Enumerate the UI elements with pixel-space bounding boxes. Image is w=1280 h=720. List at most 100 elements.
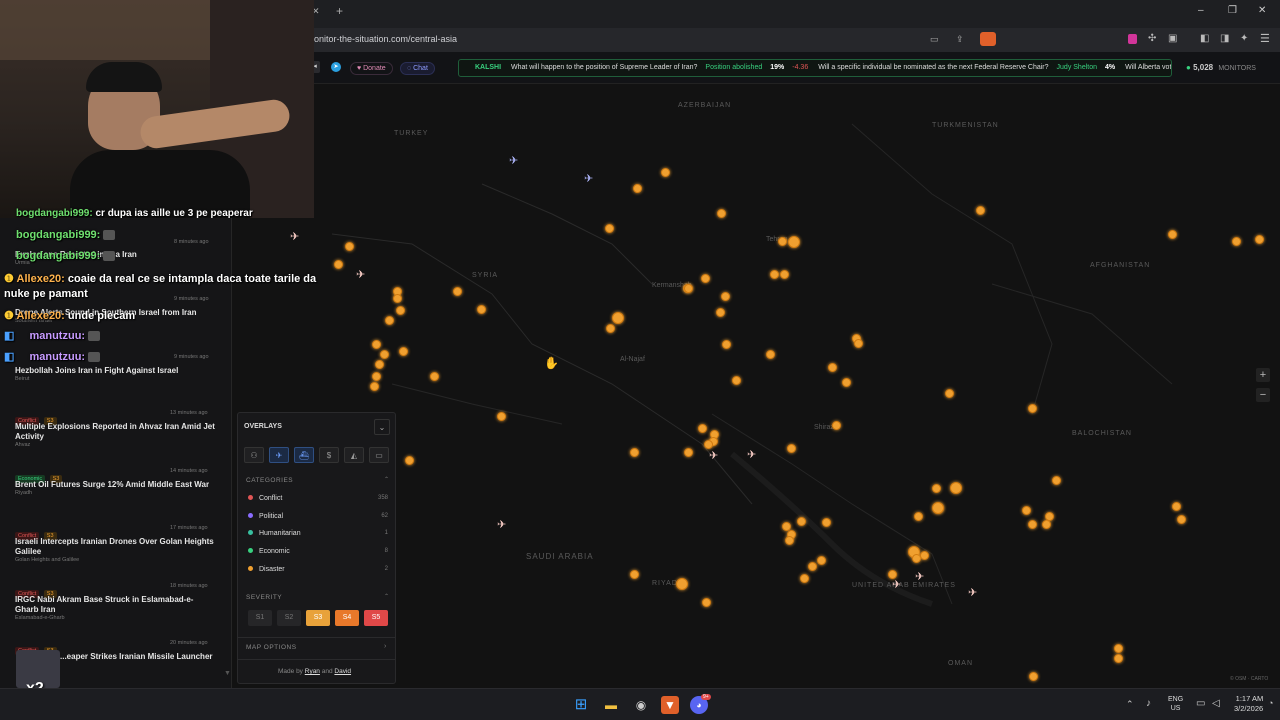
event-marker[interactable]: [1028, 404, 1037, 413]
event-marker[interactable]: [828, 363, 837, 372]
chevron-up-icon[interactable]: ⌃: [384, 593, 389, 600]
brave-shield-icon[interactable]: [980, 32, 996, 46]
event-marker[interactable]: [396, 306, 405, 315]
event-marker[interactable]: [385, 316, 394, 325]
feed-item[interactable]: Israeli Intercepts Iranian Drones Over G…: [15, 537, 215, 563]
donate-button[interactable]: ♥ Donate: [350, 62, 393, 75]
event-marker[interactable]: [676, 578, 688, 590]
telegram-icon[interactable]: ➤: [331, 62, 341, 72]
severity-s4-button[interactable]: S4: [335, 610, 359, 626]
severity-s1-button[interactable]: S1: [248, 610, 272, 626]
event-marker[interactable]: [430, 372, 439, 381]
event-marker[interactable]: [399, 347, 408, 356]
minimize-button[interactable]: –: [1198, 5, 1204, 16]
event-marker[interactable]: [976, 206, 985, 215]
category-political[interactable]: Political 62: [248, 513, 388, 520]
wallet-icon[interactable]: ▣: [1168, 33, 1177, 44]
restore-button[interactable]: ❐: [1228, 5, 1237, 16]
event-marker[interactable]: [1029, 672, 1038, 681]
aircraft-icon[interactable]: ✈: [509, 154, 518, 167]
event-marker[interactable]: [393, 294, 402, 303]
event-marker[interactable]: [477, 305, 486, 314]
feed-item[interactable]: Brent Oil Futures Surge 12% Amid Middle …: [15, 480, 215, 496]
zoom-in-button[interactable]: +: [1256, 368, 1270, 382]
event-marker[interactable]: [722, 340, 731, 349]
event-marker[interactable]: [606, 324, 615, 333]
feed-item[interactable]: IRGC Nabi Akram Base Struck in Eslamabad…: [15, 595, 215, 621]
new-tab-button[interactable]: +: [336, 4, 343, 18]
event-marker[interactable]: [842, 378, 851, 387]
event-marker[interactable]: [1177, 515, 1186, 524]
camera-layer-button[interactable]: ▭: [369, 447, 389, 463]
event-marker[interactable]: [800, 574, 809, 583]
leo-ai-icon[interactable]: ✦: [1240, 33, 1248, 44]
event-marker[interactable]: [375, 360, 384, 369]
category-conflict[interactable]: Conflict 358: [248, 495, 388, 502]
severity-s2-button[interactable]: S2: [277, 610, 301, 626]
language-indicator[interactable]: ENG US: [1168, 695, 1183, 713]
event-marker[interactable]: [1255, 235, 1264, 244]
event-marker[interactable]: [630, 570, 639, 579]
event-marker[interactable]: [633, 184, 642, 193]
event-marker[interactable]: [612, 312, 624, 324]
event-marker[interactable]: [920, 551, 929, 560]
event-marker[interactable]: [932, 484, 941, 493]
people-layer-button[interactable]: ⚇: [244, 447, 264, 463]
market-ticker[interactable]: KALSHI What will happen to the position …: [458, 59, 1172, 77]
event-marker[interactable]: [945, 389, 954, 398]
close-window-button[interactable]: ✕: [1258, 5, 1266, 16]
event-marker[interactable]: [1028, 520, 1037, 529]
chat-button[interactable]: ◌ Chat: [400, 62, 435, 75]
event-marker[interactable]: [661, 168, 670, 177]
aircraft-icon[interactable]: ✈: [497, 518, 506, 531]
event-marker[interactable]: [704, 440, 713, 449]
event-marker[interactable]: [778, 237, 787, 246]
event-marker[interactable]: [932, 502, 944, 514]
category-disaster[interactable]: Disaster 2: [248, 566, 388, 573]
aircraft-icon[interactable]: ✈: [290, 230, 299, 243]
event-marker[interactable]: [950, 482, 962, 494]
event-marker[interactable]: [497, 412, 506, 421]
event-marker[interactable]: [822, 518, 831, 527]
event-marker[interactable]: [797, 517, 806, 526]
event-marker[interactable]: [721, 292, 730, 301]
severity-s3-button[interactable]: S3: [306, 610, 330, 626]
url-field[interactable]: onitor-the-situation.com/central-asia: [314, 34, 457, 44]
author-link[interactable]: Ryan: [305, 668, 320, 675]
event-marker[interactable]: [605, 224, 614, 233]
event-marker[interactable]: [832, 421, 841, 430]
event-marker[interactable]: [334, 260, 343, 269]
zoom-out-button[interactable]: −: [1256, 388, 1270, 402]
puzzle-icon[interactable]: ✣: [1148, 33, 1156, 44]
event-marker[interactable]: [732, 376, 741, 385]
event-marker[interactable]: [1045, 512, 1054, 521]
volume-icon[interactable]: ◁: [1212, 698, 1220, 709]
event-marker[interactable]: [701, 274, 710, 283]
event-marker[interactable]: [684, 448, 693, 457]
event-marker[interactable]: [716, 308, 725, 317]
event-marker[interactable]: [854, 339, 863, 348]
menu-icon[interactable]: ☰: [1260, 32, 1270, 45]
event-marker[interactable]: [766, 350, 775, 359]
event-marker[interactable]: [453, 287, 462, 296]
event-marker[interactable]: [817, 556, 826, 565]
severity-s5-button[interactable]: S5: [364, 610, 388, 626]
chevron-right-icon[interactable]: ›: [384, 643, 386, 650]
aircraft-layer-button[interactable]: ✈: [269, 447, 289, 463]
obs-icon[interactable]: ◉: [632, 696, 650, 714]
ships-layer-button[interactable]: ⛴: [294, 447, 314, 463]
chevron-up-icon[interactable]: ⌃: [384, 476, 389, 483]
markets-layer-button[interactable]: $: [319, 447, 339, 463]
event-marker[interactable]: [405, 456, 414, 465]
aircraft-icon[interactable]: ✈: [584, 172, 593, 185]
event-marker[interactable]: [1114, 654, 1123, 663]
scroll-arrow-icon[interactable]: ▼: [224, 670, 231, 677]
event-marker[interactable]: [345, 242, 354, 251]
event-marker[interactable]: [770, 270, 779, 279]
author-link[interactable]: David: [334, 668, 351, 675]
event-marker[interactable]: [702, 598, 711, 607]
event-marker[interactable]: [914, 512, 923, 521]
event-marker[interactable]: [1172, 502, 1181, 511]
event-marker[interactable]: [630, 448, 639, 457]
event-marker[interactable]: [1022, 506, 1031, 515]
